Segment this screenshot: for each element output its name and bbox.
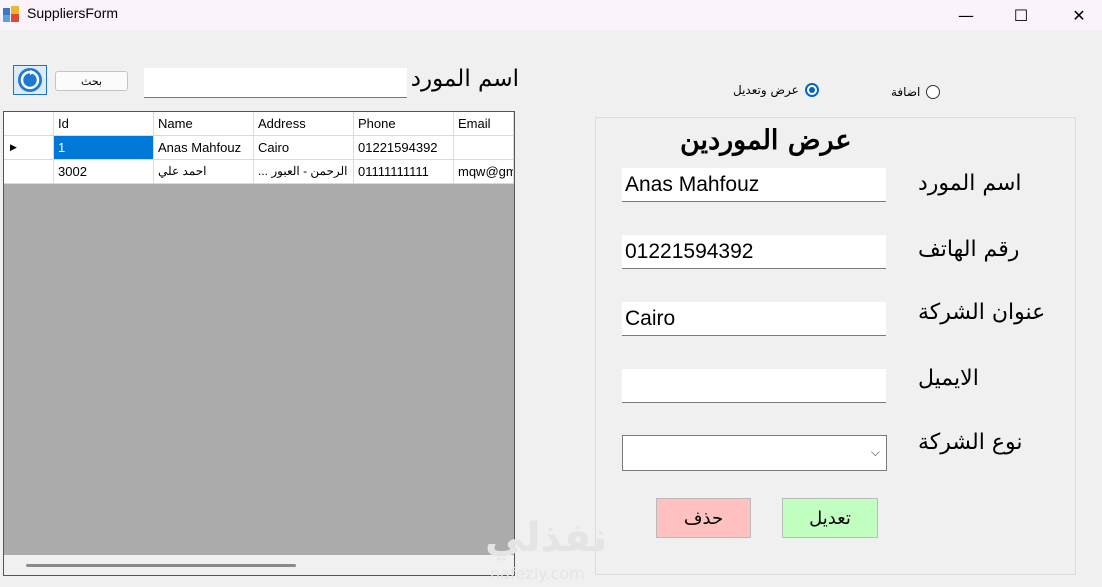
company-address-field[interactable]: Cairo <box>622 302 886 336</box>
cell-id[interactable]: 3002 <box>54 160 154 184</box>
cell-name[interactable]: Anas Mahfouz <box>154 136 254 160</box>
window-title: SuppliersForm <box>27 5 119 21</box>
row-header-corner <box>4 112 54 136</box>
cell-email[interactable] <box>454 136 514 160</box>
cell-id[interactable]: 1 <box>54 136 154 160</box>
radio-add[interactable]: اضافة <box>891 85 941 99</box>
row-selector-arrow-icon[interactable]: ▶ <box>4 136 54 160</box>
search-button[interactable]: بحث <box>55 71 128 91</box>
table-row[interactable]: 3002 احمد علي ... الرحمن - العبور 011111… <box>4 160 514 184</box>
column-header-address[interactable]: Address <box>254 112 354 136</box>
row-selector[interactable] <box>4 160 54 184</box>
cell-email[interactable]: mqw@gm <box>454 160 514 184</box>
company-address-label: عنوان الشركة <box>918 300 1046 325</box>
search-label: اسم المورد <box>410 66 519 92</box>
refresh-button[interactable] <box>13 65 47 95</box>
column-header-id[interactable]: Id <box>54 112 154 136</box>
form-title: عرض الموردين <box>680 125 852 156</box>
delete-button[interactable]: حذف <box>656 498 751 538</box>
chevron-down-icon[interactable]: ⌵ <box>871 445 880 460</box>
phone-label: رقم الهاتف <box>918 237 1020 262</box>
suppliers-grid[interactable]: Id Name Address Phone Email ▶ 1 Anas Mah… <box>3 111 515 576</box>
cell-name[interactable]: احمد علي <box>154 160 254 184</box>
horizontal-scrollbar[interactable] <box>4 555 514 575</box>
scrollbar-thumb[interactable] <box>26 564 296 567</box>
grid-header: Id Name Address Phone Email <box>4 112 514 136</box>
radio-view-edit-label: عرض وتعديل <box>733 83 799 97</box>
app-icon <box>3 6 19 22</box>
close-button[interactable]: ✕ <box>1056 0 1102 30</box>
email-label: الايميل <box>918 366 979 391</box>
cell-phone[interactable]: 01111111111 <box>354 160 454 184</box>
table-row[interactable]: ▶ 1 Anas Mahfouz Cairo 01221594392 <box>4 136 514 160</box>
maximize-button[interactable]: ☐ <box>998 0 1044 30</box>
search-input[interactable] <box>144 68 407 98</box>
phone-field[interactable]: 01221594392 <box>622 235 886 269</box>
radio-add-label: اضافة <box>891 85 921 99</box>
title-bar: SuppliersForm — ☐ ✕ <box>0 0 1102 30</box>
company-type-select[interactable]: ⌵ <box>622 435 887 471</box>
column-header-name[interactable]: Name <box>154 112 254 136</box>
cell-phone[interactable]: 01221594392 <box>354 136 454 160</box>
company-type-label: نوع الشركة <box>918 430 1023 455</box>
radio-view-edit[interactable]: عرض وتعديل <box>733 83 819 97</box>
supplier-name-field[interactable]: Anas Mahfouz <box>622 168 886 202</box>
radio-add-circle[interactable] <box>926 85 941 99</box>
email-field[interactable] <box>622 369 886 403</box>
refresh-icon <box>18 68 42 92</box>
supplier-name-label: اسم المورد <box>918 171 1022 196</box>
radio-view-edit-circle[interactable] <box>804 83 819 97</box>
minimize-button[interactable]: — <box>943 0 989 30</box>
cell-address[interactable]: ... الرحمن - العبور <box>254 160 354 184</box>
edit-button[interactable]: تعديل <box>782 498 878 538</box>
cell-address[interactable]: Cairo <box>254 136 354 160</box>
column-header-phone[interactable]: Phone <box>354 112 454 136</box>
column-header-email[interactable]: Email <box>454 112 514 136</box>
